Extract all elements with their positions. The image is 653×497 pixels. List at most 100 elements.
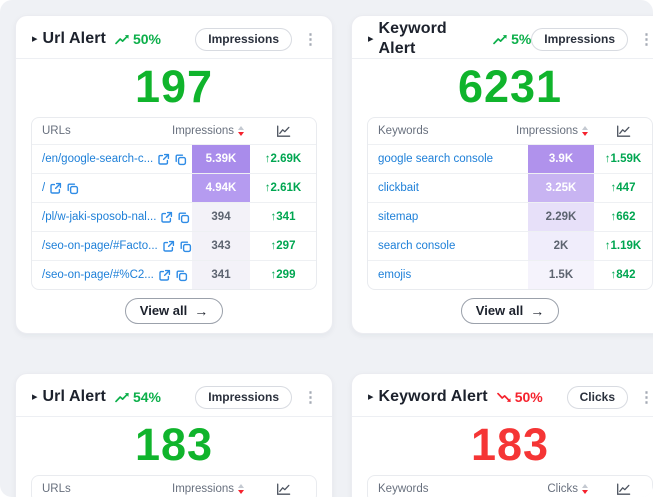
value-cell: 394 (192, 203, 250, 231)
change-cell: ↑1.19K (594, 232, 652, 260)
line-chart-icon[interactable] (276, 125, 291, 138)
change-cell: ↑447 (594, 174, 652, 202)
copy-icon[interactable] (174, 153, 187, 166)
table-header-row: Keywords Impressions (368, 118, 652, 144)
url-table: URLs Impressions (31, 475, 317, 497)
change-cell: ↑662 (594, 203, 652, 231)
url-alert-card-1: ▸ Url Alert 50% Impressions ⋮ 197 URLs I… (15, 15, 333, 334)
trend-indicator: 5% (493, 32, 531, 46)
sort-icon[interactable] (238, 484, 244, 494)
copy-icon[interactable] (179, 240, 192, 253)
url-link[interactable]: / (42, 182, 45, 194)
card-header: ▸ Keyword Alert 5% Impressions ⋮ (352, 16, 653, 58)
view-all-button[interactable]: View all → (461, 298, 559, 324)
keyword-alert-card-1: ▸ Keyword Alert 5% Impressions ⋮ 6231 Ke… (351, 15, 653, 334)
view-all-label: View all (476, 303, 523, 318)
alert-total: 183 (16, 417, 332, 475)
trend-up-icon (493, 34, 508, 45)
metric-filter-button[interactable]: Clicks (567, 386, 628, 409)
table-row[interactable]: / 4.94K ↑2.61K (32, 173, 316, 202)
value-cell: 2.29K (528, 203, 594, 231)
value-cell: 341 (192, 261, 250, 289)
table-row[interactable]: search console 2K ↑1.19K (368, 231, 652, 260)
table-header-row: Keywords Clicks (368, 476, 652, 497)
collapse-caret-icon[interactable]: ▸ (368, 392, 374, 403)
metric-filter-button[interactable]: Impressions (531, 28, 628, 51)
table-row[interactable]: /en/google-search-c... 5.39K ↑2.69K (32, 144, 316, 173)
url-link[interactable]: /pl/w-jaki-sposob-nal... (42, 211, 156, 223)
external-link-icon[interactable] (157, 153, 170, 166)
collapse-caret-icon[interactable]: ▸ (32, 34, 38, 45)
value-cell: 2K (528, 232, 594, 260)
metric-filter-button[interactable]: Impressions (195, 28, 292, 51)
change-cell: ↑2.61K (250, 174, 316, 202)
external-link-icon[interactable] (160, 211, 173, 224)
right-arrow-icon: → (194, 304, 208, 318)
trend-value: 50% (133, 32, 161, 46)
collapse-caret-icon[interactable]: ▸ (368, 34, 374, 45)
kebab-menu-icon[interactable]: ⋮ (301, 390, 320, 405)
trend-value: 54% (133, 390, 161, 404)
keyword-link[interactable]: sitemap (378, 211, 418, 223)
copy-icon[interactable] (175, 269, 188, 282)
table-header-row: URLs Impressions (32, 118, 316, 144)
copy-icon[interactable] (177, 211, 190, 224)
value-cell: 3.25K (528, 174, 594, 202)
kebab-menu-icon[interactable]: ⋮ (301, 32, 320, 47)
card-header: ▸ Keyword Alert 50% Clicks ⋮ (352, 374, 653, 416)
key-column-header: Keywords (368, 476, 528, 497)
external-link-icon[interactable] (49, 182, 62, 195)
kebab-menu-icon[interactable]: ⋮ (637, 32, 653, 47)
key-column-header: URLs (32, 118, 192, 144)
keyword-link[interactable]: search console (378, 240, 455, 252)
table-header-row: URLs Impressions (32, 476, 316, 497)
copy-icon[interactable] (66, 182, 79, 195)
view-all-label: View all (140, 303, 187, 318)
trend-up-icon (115, 34, 130, 45)
sort-icon[interactable] (582, 126, 588, 136)
change-cell: ↑297 (250, 232, 316, 260)
table-row[interactable]: clickbait 3.25K ↑447 (368, 173, 652, 202)
card-header: ▸ Url Alert 54% Impressions ⋮ (16, 374, 332, 416)
table-row[interactable]: emojis 1.5K ↑842 (368, 260, 652, 289)
line-chart-icon[interactable] (616, 125, 631, 138)
change-cell: ↑2.69K (250, 145, 316, 173)
metric-filter-button[interactable]: Impressions (195, 386, 292, 409)
card-title: Url Alert (43, 387, 106, 407)
card-header: ▸ Url Alert 50% Impressions ⋮ (16, 16, 332, 58)
trend-indicator: 50% (497, 390, 543, 404)
alert-total: 183 (352, 417, 653, 475)
card-title: Url Alert (43, 29, 106, 49)
collapse-caret-icon[interactable]: ▸ (32, 392, 38, 403)
alerts-dashboard: ▸ Url Alert 50% Impressions ⋮ 197 URLs I… (0, 0, 653, 497)
trend-value: 50% (515, 390, 543, 404)
table-row[interactable]: /pl/w-jaki-sposob-nal... 394 ↑341 (32, 202, 316, 231)
view-all-button[interactable]: View all → (125, 298, 223, 324)
keyword-link[interactable]: emojis (378, 269, 411, 281)
value-column-header: Impressions (172, 483, 234, 495)
line-chart-icon[interactable] (616, 483, 631, 496)
table-row[interactable]: /seo-on-page/#Facto... 343 ↑297 (32, 231, 316, 260)
kebab-menu-icon[interactable]: ⋮ (637, 390, 653, 405)
value-cell: 3.9K (528, 145, 594, 173)
trend-indicator: 54% (115, 390, 161, 404)
line-chart-icon[interactable] (276, 483, 291, 496)
url-link[interactable]: /en/google-search-c... (42, 153, 153, 165)
external-link-icon[interactable] (162, 240, 175, 253)
url-link[interactable]: /seo-on-page/#Facto... (42, 240, 158, 252)
key-column-header: URLs (32, 476, 192, 497)
url-link[interactable]: /seo-on-page/#%C2... (42, 269, 154, 281)
table-row[interactable]: /seo-on-page/#%C2... 341 ↑299 (32, 260, 316, 289)
table-row[interactable]: sitemap 2.29K ↑662 (368, 202, 652, 231)
keyword-link[interactable]: clickbait (378, 182, 419, 194)
sort-icon[interactable] (582, 484, 588, 494)
right-arrow-icon: → (530, 304, 544, 318)
keyword-link[interactable]: google search console (378, 153, 493, 165)
external-link-icon[interactable] (158, 269, 171, 282)
alert-total: 197 (16, 59, 332, 117)
value-cell: 5.39K (192, 145, 250, 173)
sort-icon[interactable] (238, 126, 244, 136)
change-cell: ↑1.59K (594, 145, 652, 173)
change-cell: ↑842 (594, 261, 652, 289)
table-row[interactable]: google search console 3.9K ↑1.59K (368, 144, 652, 173)
